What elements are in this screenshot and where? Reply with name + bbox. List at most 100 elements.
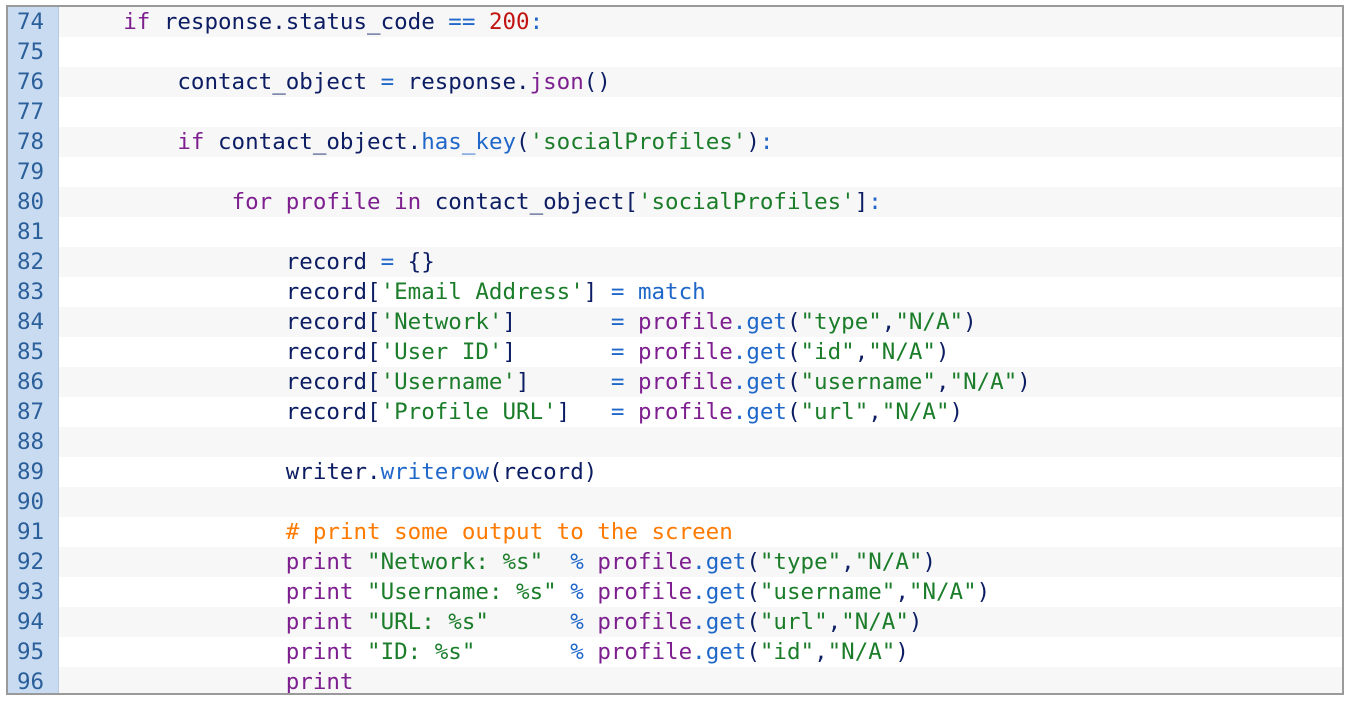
line-number: 89: [8, 457, 59, 487]
code-token: contact_object: [69, 69, 381, 95]
code-token: record: [69, 249, 381, 275]
code-token: ]: [502, 309, 611, 335]
code-token: "url": [800, 399, 869, 425]
code-text: [59, 217, 1342, 247]
code-token: (: [786, 339, 801, 365]
code-token: get: [705, 609, 747, 635]
code-token: (: [746, 549, 760, 575]
code-token: ): [976, 579, 991, 605]
code-lines: 74 if response.status_code == 200: 75 76 c…: [8, 7, 1342, 693]
code-token: (: [786, 399, 801, 425]
code-line: 93 print "Username: %s" % profile.get("u…: [8, 577, 1342, 607]
code-token: profile: [597, 579, 693, 605]
code-token: response.: [394, 69, 530, 95]
code-line: 92 print "Network: %s" % profile.get("ty…: [8, 547, 1342, 577]
code-token: record[: [69, 309, 381, 335]
code-line: 88: [8, 427, 1342, 457]
code-token: ]: [583, 279, 611, 305]
code-token: "type": [759, 549, 842, 575]
line-number: 81: [8, 217, 59, 247]
code-token: :: [868, 189, 882, 215]
code-token: response.status_code: [150, 9, 449, 35]
code-text: record = {}: [59, 247, 1342, 277]
code-text: if response.status_code == 200:: [59, 7, 1342, 37]
code-token: "N/A": [881, 399, 950, 425]
code-token: =: [610, 279, 625, 305]
line-number: 87: [8, 397, 59, 427]
code-token: "type": [800, 309, 882, 335]
code-token: (: [746, 579, 760, 605]
code-token: .: [692, 579, 706, 605]
code-token: ): [1017, 369, 1031, 395]
line-number: 96: [8, 667, 59, 693]
line-number: 84: [8, 307, 59, 337]
code-token: (: [786, 369, 801, 395]
code-line: 75: [8, 37, 1342, 67]
code-token: 'Profile URL': [380, 399, 557, 425]
code-token: if: [177, 129, 205, 155]
code-line: 91 # print some output to the screen: [8, 517, 1342, 547]
code-token: ): [949, 399, 964, 425]
code-token: print: [285, 549, 354, 575]
code-token: .: [732, 369, 747, 395]
code-token: .: [732, 339, 747, 365]
code-token: "id": [800, 339, 855, 365]
code-text: print "ID: %s" % profile.get("id","N/A"): [59, 637, 1342, 667]
code-token: :: [759, 129, 774, 155]
line-number: 90: [8, 487, 59, 517]
code-token: contact_object[: [421, 189, 638, 215]
code-text: [59, 427, 1342, 457]
code-token: ,: [881, 309, 896, 335]
line-number: 92: [8, 547, 59, 577]
code-token: %: [570, 549, 584, 575]
code-text: print "Network: %s" % profile.get("type"…: [59, 547, 1342, 577]
code-token: profile: [637, 369, 733, 395]
code-token: .: [732, 309, 747, 335]
code-token: ]: [556, 399, 611, 425]
code-line: 77: [8, 97, 1342, 127]
code-token: profile: [637, 309, 733, 335]
code-token: "N/A": [908, 579, 977, 605]
code-token: 'Email Address': [380, 279, 584, 305]
code-token: ,: [814, 639, 828, 665]
code-token: =: [380, 249, 395, 275]
code-token: print: [285, 579, 354, 605]
code-token: ): [935, 339, 950, 365]
code-token: get: [705, 549, 747, 575]
code-token: "N/A": [868, 339, 936, 365]
code-token: profile: [637, 339, 733, 365]
code-token: (): [583, 69, 611, 95]
line-number: 79: [8, 157, 59, 187]
code-token: .: [732, 399, 747, 425]
code-token: ,: [868, 399, 882, 425]
code-token: print: [285, 609, 354, 635]
code-token: ==: [448, 9, 476, 35]
code-token: get: [746, 309, 787, 335]
code-text: contact_object = response.json(): [59, 67, 1342, 97]
code-token: %: [570, 579, 584, 605]
code-token: ): [746, 129, 760, 155]
code-token: :: [529, 9, 544, 35]
code-token: ]: [854, 189, 869, 215]
code-token: "URL: %s": [367, 609, 489, 635]
code-token: "N/A": [827, 639, 896, 665]
code-text: [59, 97, 1342, 127]
code-line: 94 print "URL: %s" % profile.get("url","…: [8, 607, 1342, 637]
code-text: for profile in contact_object['socialPro…: [59, 187, 1342, 217]
code-line: 79: [8, 157, 1342, 187]
code-token: ]: [516, 369, 611, 395]
code-token: 'socialProfiles': [637, 189, 855, 215]
line-number: 93: [8, 577, 59, 607]
code-viewer: 74 if response.status_code == 200: 75 76 c…: [6, 5, 1344, 695]
